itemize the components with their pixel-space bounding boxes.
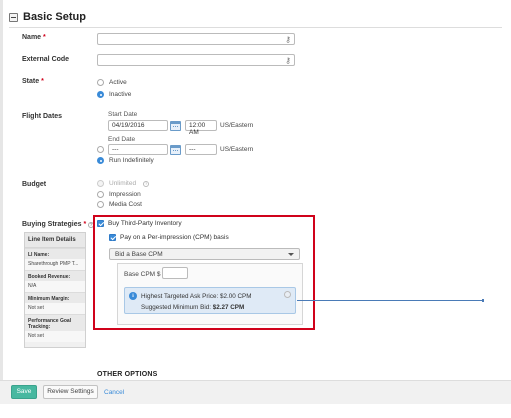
start-time-input[interactable]: 12:00 AM xyxy=(185,120,217,136)
name-label: Name * xyxy=(22,34,46,41)
base-cpm-label: Base CPM $ xyxy=(124,271,161,278)
minimum-margin-value: Not set xyxy=(25,303,85,314)
run-indefinitely-option[interactable]: Run Indefinitely xyxy=(97,157,154,164)
left-rail xyxy=(0,0,3,380)
budget-label: Budget xyxy=(22,181,47,188)
radio-active[interactable] xyxy=(97,79,104,86)
external-code-label: External Code xyxy=(22,56,70,63)
review-settings-button[interactable]: Review Settings xyxy=(43,385,98,399)
start-date-label: Start Date xyxy=(108,111,138,118)
highest-ask-price-text: Highest Targeted Ask Price: $2.00 CPM xyxy=(141,293,252,300)
key-icon: ⚷ xyxy=(285,35,291,44)
buy-third-party-checkbox[interactable] xyxy=(97,220,104,227)
booked-revenue-value: N/A xyxy=(25,281,85,292)
pay-cpm-checkbox[interactable] xyxy=(109,234,116,241)
radio-impression[interactable] xyxy=(97,191,104,198)
other-options-heading[interactable]: OTHER OPTIONS xyxy=(97,371,158,378)
base-cpm-input[interactable] xyxy=(162,267,188,279)
radio-media-cost[interactable] xyxy=(97,201,104,208)
flight-dates-label: Flight Dates xyxy=(22,113,63,120)
line-item-details-panel: Line Item Details LI Name: Sharethrough … xyxy=(24,232,86,348)
performance-goal-value: Not set xyxy=(25,331,85,342)
section-header[interactable]: Basic Setup xyxy=(9,11,86,23)
state-option-inactive[interactable]: Inactive xyxy=(97,91,131,98)
annotation-line xyxy=(297,300,483,301)
budget-option-impression[interactable]: Impression xyxy=(97,191,141,198)
end-date-input[interactable]: --- xyxy=(108,144,168,155)
chevron-down-icon xyxy=(288,253,294,256)
calendar-icon[interactable] xyxy=(170,121,181,131)
external-code-input[interactable]: ⚷ xyxy=(97,54,295,66)
buy-third-party-checkbox-row[interactable]: Buy Third-Party Inventory xyxy=(97,220,182,227)
radio-inactive[interactable] xyxy=(97,91,104,98)
bid-info-panel: i Highest Targeted Ask Price: $2.00 CPM … xyxy=(124,287,296,314)
budget-option-media-cost[interactable]: Media Cost xyxy=(97,201,142,208)
name-input[interactable]: ⚷ xyxy=(97,33,295,45)
save-button[interactable]: Save xyxy=(11,385,37,399)
info-icon: i xyxy=(129,292,137,300)
help-icon: ? xyxy=(143,180,150,187)
minimum-margin-key: Minimum Margin: xyxy=(25,292,85,303)
annotation-endpoint xyxy=(482,299,484,302)
end-date-radio[interactable] xyxy=(97,146,104,153)
li-name-key: LI Name: xyxy=(25,248,85,259)
radio-run-indefinitely[interactable] xyxy=(97,157,104,164)
radio-unlimited xyxy=(97,180,104,187)
pay-cpm-checkbox-row[interactable]: Pay on a Per-impression (CPM) basis xyxy=(109,234,229,241)
footer-bar: Save Review Settings Cancel xyxy=(0,380,511,404)
performance-goal-key: Performance Goal Tracking: xyxy=(25,314,85,331)
end-time-input[interactable]: --- xyxy=(185,144,217,155)
start-date-input[interactable]: 04/19/2016 xyxy=(108,120,168,131)
key-icon: ⚷ xyxy=(285,56,291,65)
info-dismiss-icon[interactable] xyxy=(284,291,291,298)
radio-end-date[interactable] xyxy=(97,146,104,153)
end-timezone: US/Eastern xyxy=(220,146,254,153)
bid-type-dropdown[interactable]: Bid a Base CPM xyxy=(109,248,300,260)
end-date-label: End Date xyxy=(108,136,136,143)
budget-option-unlimited: Unlimited ? xyxy=(97,180,150,187)
cancel-link[interactable]: Cancel xyxy=(104,389,124,396)
collapse-icon[interactable] xyxy=(9,12,18,22)
base-cpm-panel: Base CPM $ i Highest Targeted Ask Price:… xyxy=(117,263,303,325)
buying-strategies-label: Buying Strategies * ? xyxy=(22,221,95,228)
li-name-value: Sharethrough PMP T... xyxy=(25,259,85,270)
suggested-bid-text: Suggested Minimum Bid: $2.27 CPM xyxy=(141,304,245,311)
section-title: Basic Setup xyxy=(23,11,86,23)
start-timezone: US/Eastern xyxy=(220,122,254,129)
state-label: State * xyxy=(22,78,44,85)
booked-revenue-key: Booked Revenue: xyxy=(25,270,85,281)
divider xyxy=(9,27,502,28)
state-option-active[interactable]: Active xyxy=(97,79,127,86)
line-item-details-title: Line Item Details xyxy=(25,233,85,248)
calendar-icon[interactable] xyxy=(170,145,181,155)
